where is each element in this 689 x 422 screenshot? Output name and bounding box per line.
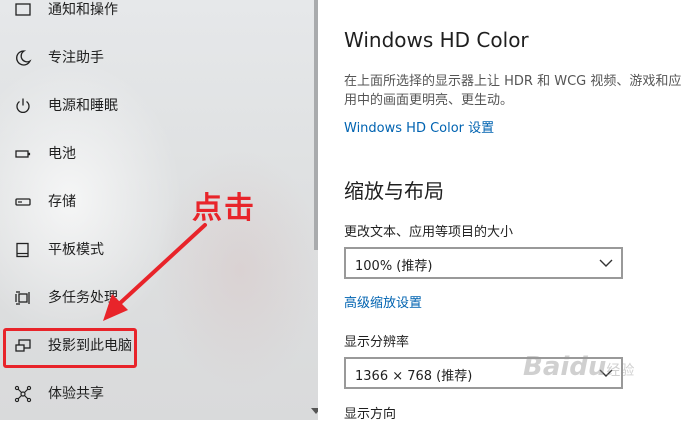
highlight-box	[3, 328, 137, 368]
watermark-main: Baidu	[523, 352, 607, 382]
battery-icon	[13, 144, 33, 164]
sidebar-item-battery[interactable]: 电池	[0, 130, 318, 178]
tablet-icon	[13, 240, 33, 260]
sidebar-item-notifications[interactable]: 通知和操作	[0, 0, 318, 34]
sidebar-item-label: 平板模式	[48, 242, 104, 258]
power-icon	[13, 96, 33, 116]
baidu-watermark: Baidu经验	[523, 352, 634, 382]
storage-icon	[13, 192, 33, 212]
resolution-label: 显示分辨率	[344, 335, 410, 350]
sidebar-item-label: 电源和睡眠	[48, 98, 118, 114]
scale-layout-heading: 缩放与布局	[344, 179, 444, 203]
sidebar-item-multitasking[interactable]: 多任务处理	[0, 274, 318, 322]
settings-sidebar: 通知和操作 专注助手 电源和睡眠 电池 存储 平板模式 多任务处理 投影到此电脑…	[0, 0, 321, 420]
share-icon	[13, 384, 33, 404]
sidebar-item-power-sleep[interactable]: 电源和睡眠	[0, 82, 318, 130]
scale-label: 更改文本、应用等项目的大小	[344, 225, 514, 240]
sidebar-item-label: 通知和操作	[48, 2, 118, 18]
sidebar-item-storage[interactable]: 存储	[0, 178, 318, 226]
sidebar-item-focus-assist[interactable]: 专注助手	[0, 34, 318, 82]
watermark-sub: 经验	[606, 363, 635, 379]
notification-icon	[13, 0, 33, 20]
hdr-settings-link[interactable]: Windows HD Color 设置	[344, 117, 494, 136]
resolution-value: 1366 × 768 (推荐)	[355, 369, 473, 384]
chevron-down-icon	[599, 259, 613, 267]
hdr-heading: Windows HD Color	[344, 28, 529, 52]
display-settings-panel: Windows HD Color 在上面所选择的显示器上让 HDR 和 WCG …	[318, 0, 689, 422]
scale-dropdown[interactable]: 100% (推荐)	[344, 247, 623, 279]
hdr-description: 在上面所选择的显示器上让 HDR 和 WCG 视频、游戏和应用中的画面更明亮、更…	[344, 74, 682, 108]
sidebar-item-label: 电池	[48, 146, 76, 162]
orientation-label: 显示方向	[344, 407, 397, 422]
sidebar-item-label: 体验共享	[48, 386, 104, 402]
annotation-label: 点击	[192, 191, 256, 226]
sidebar-item-label: 多任务处理	[48, 290, 118, 306]
sidebar-item-label: 存储	[48, 194, 76, 210]
multitask-icon	[13, 288, 33, 308]
sidebar-item-label: 专注助手	[48, 50, 104, 66]
moon-icon	[13, 48, 33, 68]
advanced-scaling-link[interactable]: 高级缩放设置	[344, 292, 422, 311]
sidebar-item-tablet-mode[interactable]: 平板模式	[0, 226, 318, 274]
sidebar-item-shared-experiences[interactable]: 体验共享	[0, 370, 318, 418]
scale-value: 100% (推荐)	[355, 259, 433, 274]
